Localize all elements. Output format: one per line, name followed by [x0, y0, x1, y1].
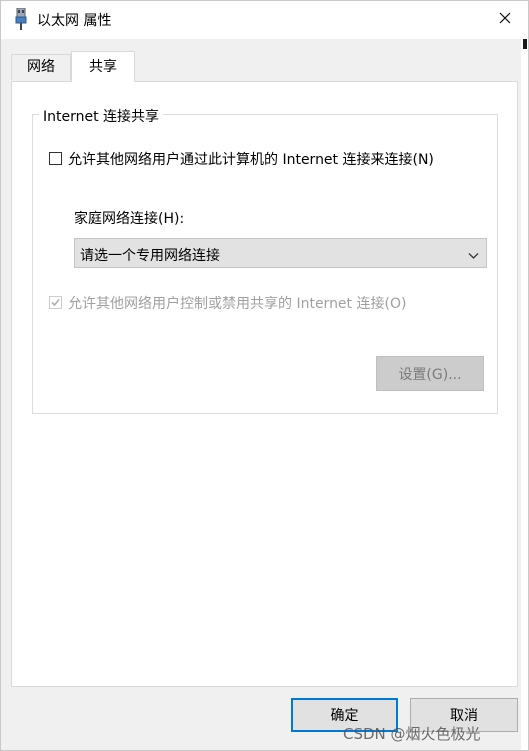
title-bar: 以太网 属性: [1, 1, 528, 39]
window-title: 以太网 属性: [37, 13, 112, 29]
tab-network[interactable]: 网络: [11, 54, 71, 80]
tab-sharing[interactable]: 共享: [71, 51, 135, 82]
network-adapter-icon: [13, 7, 29, 30]
window-edge: [521, 39, 528, 750]
cancel-button[interactable]: 取消: [410, 698, 518, 732]
close-button[interactable]: [482, 1, 528, 39]
home-network-selected-value: 请选一个专用网络连接: [80, 248, 220, 264]
allow-control-checkbox[interactable]: [49, 296, 62, 309]
settings-button[interactable]: 设置(G)...: [376, 356, 484, 391]
chevron-down-icon: [468, 249, 479, 259]
ics-group-title: Internet 连接共享: [39, 106, 164, 126]
home-network-label: 家庭网络连接(H):: [74, 211, 185, 227]
sharing-tab-panel: Internet 连接共享 允许其他网络用户通过此计算机的 Internet 连…: [11, 81, 518, 687]
properties-dialog: 以太网 属性 网络 共享 Internet 连接共享 允许其他网络用户通过此计算…: [0, 0, 529, 751]
home-network-dropdown[interactable]: 请选一个专用网络连接: [74, 238, 487, 268]
allow-control-label: 允许其他网络用户控制或禁用共享的 Internet 连接(O): [68, 296, 407, 312]
close-icon: [499, 12, 511, 28]
ok-button[interactable]: 确定: [291, 698, 398, 732]
checkmark-icon: [51, 298, 60, 307]
allow-share-label[interactable]: 允许其他网络用户通过此计算机的 Internet 连接来连接(N): [68, 149, 434, 169]
allow-share-checkbox[interactable]: [49, 152, 62, 165]
